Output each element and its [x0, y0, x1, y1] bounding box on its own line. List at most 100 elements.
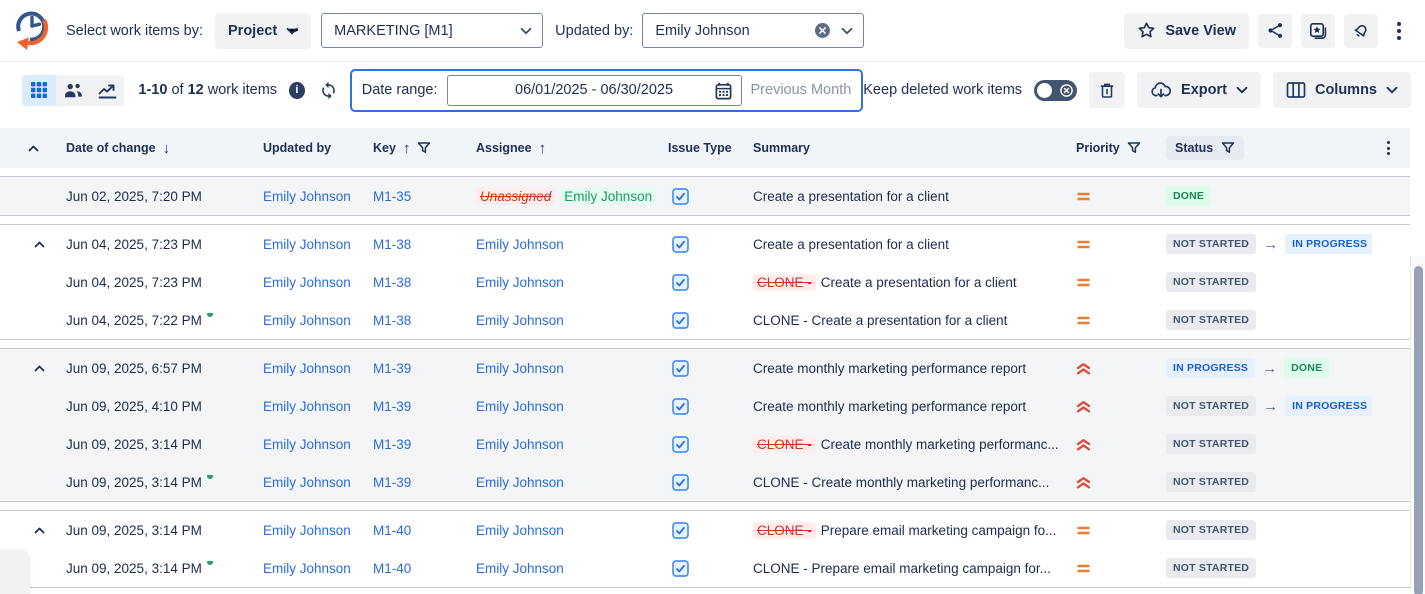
- key-cell: M1-38: [365, 313, 468, 328]
- more-actions-button[interactable]: [1387, 16, 1411, 46]
- notifications-button[interactable]: [1344, 14, 1378, 48]
- header-updated-by[interactable]: Updated by: [255, 141, 365, 155]
- chevron-down-icon: [841, 27, 853, 35]
- calendar-icon[interactable]: [714, 81, 733, 101]
- key-filter-icon[interactable]: [417, 141, 431, 155]
- assignee-added-value: Emily Johnson: [560, 188, 656, 205]
- history-table: Date of change ↓ Updated by Key ↑ Assign…: [0, 128, 1425, 588]
- updated-by-cell: Emily Johnson: [255, 437, 365, 452]
- collapse-row-icon: [34, 365, 45, 372]
- work-item-key-link[interactable]: M1-39: [373, 437, 411, 452]
- work-item-key-link[interactable]: M1-39: [373, 475, 411, 490]
- date-of-change-value: Jun 02, 2025, 7:20 PM: [66, 189, 202, 204]
- status-filter-icon[interactable]: [1221, 141, 1235, 155]
- collapse-row-button[interactable]: [28, 237, 51, 252]
- select-mode-dropdown-button[interactable]: Project: [215, 13, 311, 49]
- save-view-button[interactable]: Save View: [1124, 13, 1249, 49]
- keep-deleted-toggle[interactable]: [1034, 80, 1077, 101]
- chart-view-button[interactable]: [90, 75, 124, 106]
- updated-by-link[interactable]: Emily Johnson: [263, 275, 351, 290]
- delete-button[interactable]: [1089, 72, 1125, 108]
- sort-asc-icon[interactable]: ↑: [403, 140, 411, 157]
- date-range-input[interactable]: 06/01/2025 - 06/30/2025: [447, 75, 742, 106]
- period-preset-label[interactable]: Previous Month: [751, 82, 852, 98]
- table-kebab-icon[interactable]: [1381, 137, 1396, 159]
- header-issue-type[interactable]: Issue Type: [660, 141, 745, 155]
- updated-by-select[interactable]: Emily Johnson: [642, 13, 864, 48]
- sort-asc-icon[interactable]: ↑: [539, 140, 547, 157]
- columns-button[interactable]: Columns: [1273, 72, 1411, 108]
- header-assignee[interactable]: Assignee ↑: [468, 140, 660, 157]
- table-row: Jun 09, 2025, 3:14 PMEmily JohnsonM1-39E…: [0, 463, 1410, 501]
- updated-by-value: Emily Johnson: [655, 23, 814, 39]
- vertical-scrollbar[interactable]: [1410, 256, 1425, 588]
- export-label: Export: [1181, 82, 1227, 98]
- updated-by-link[interactable]: Emily Johnson: [263, 189, 351, 204]
- work-item-key-link[interactable]: M1-38: [373, 237, 411, 252]
- collapse-row-button[interactable]: [28, 523, 51, 538]
- assignee-link[interactable]: Emily Johnson: [476, 523, 564, 538]
- priority-filter-icon[interactable]: [1127, 141, 1141, 155]
- work-item-key-link[interactable]: M1-40: [373, 561, 411, 576]
- updated-by-link[interactable]: Emily Johnson: [263, 437, 351, 452]
- clear-selection-icon[interactable]: [814, 22, 831, 39]
- corner-widget: [0, 550, 30, 594]
- header-priority[interactable]: Priority: [1068, 141, 1158, 155]
- collapse-row-button[interactable]: [28, 361, 51, 376]
- sort-desc-icon[interactable]: ↓: [163, 140, 171, 157]
- header-more[interactable]: [1372, 137, 1410, 159]
- work-item-key-link[interactable]: M1-39: [373, 361, 411, 376]
- updated-by-link[interactable]: Emily Johnson: [263, 361, 351, 376]
- work-item-key-link[interactable]: M1-39: [373, 399, 411, 414]
- select-work-items-label: Select work items by:: [66, 23, 203, 39]
- assignee-link[interactable]: Emily Johnson: [476, 313, 564, 328]
- refresh-button[interactable]: [319, 81, 338, 100]
- updated-by-link[interactable]: Emily Johnson: [263, 399, 351, 414]
- assignee-link[interactable]: Emily Johnson: [476, 237, 564, 252]
- key-cell: M1-39: [365, 475, 468, 490]
- updated-by-link[interactable]: Emily Johnson: [263, 523, 351, 538]
- toggle-off-icon: [1060, 84, 1073, 97]
- share-button[interactable]: [1258, 14, 1292, 48]
- collapse-all-header[interactable]: [0, 145, 58, 152]
- assignee-cell: UnassignedEmily Johnson: [468, 188, 660, 205]
- info-icon[interactable]: i: [289, 82, 305, 99]
- updated-by-link[interactable]: Emily Johnson: [263, 237, 351, 252]
- chevron-down-icon: [286, 27, 298, 35]
- header-status[interactable]: Status: [1158, 136, 1372, 160]
- work-item-key-link[interactable]: M1-40: [373, 523, 411, 538]
- priority-cell: [1068, 362, 1158, 375]
- assignee-link[interactable]: Emily Johnson: [476, 399, 564, 414]
- export-button[interactable]: Export: [1137, 72, 1261, 108]
- scrollbar-thumb[interactable]: [1414, 266, 1423, 594]
- assignee-cell: Emily Johnson: [468, 523, 660, 538]
- expander-cell: [0, 523, 58, 538]
- table-view-button[interactable]: [22, 75, 56, 106]
- updated-by-link[interactable]: Emily Johnson: [263, 313, 351, 328]
- project-select[interactable]: MARKETING [M1]: [321, 13, 543, 48]
- priority-medium-icon: [1076, 525, 1091, 536]
- work-item-key-link[interactable]: M1-35: [373, 189, 411, 204]
- assignee-cell: Emily Johnson: [468, 275, 660, 290]
- header-key[interactable]: Key ↑: [365, 140, 468, 157]
- priority-medium-icon: [1076, 277, 1091, 288]
- saved-views-button[interactable]: [1301, 14, 1335, 48]
- header-date-of-change[interactable]: Date of change ↓: [58, 140, 255, 157]
- task-type-icon: [672, 560, 689, 577]
- assignee-link[interactable]: Emily Johnson: [476, 475, 564, 490]
- people-view-button[interactable]: [56, 75, 90, 106]
- work-item-key-link[interactable]: M1-38: [373, 313, 411, 328]
- status-badge: NOT STARTED: [1166, 272, 1256, 292]
- date-range-value: 06/01/2025 - 06/30/2025: [515, 82, 673, 98]
- work-item-key-link[interactable]: M1-38: [373, 275, 411, 290]
- updated-by-link[interactable]: Emily Johnson: [263, 475, 351, 490]
- status-cell: NOT STARTED: [1158, 434, 1372, 454]
- header-summary[interactable]: Summary: [745, 141, 1068, 155]
- assignee-link[interactable]: Emily Johnson: [476, 275, 564, 290]
- date-of-change-cell: Jun 02, 2025, 7:20 PM: [58, 189, 255, 204]
- assignee-link[interactable]: Emily Johnson: [476, 361, 564, 376]
- assignee-link[interactable]: Emily Johnson: [476, 437, 564, 452]
- updated-by-link[interactable]: Emily Johnson: [263, 561, 351, 576]
- assignee-link[interactable]: Emily Johnson: [476, 561, 564, 576]
- summary-cell: CLONE - Prepare email marketing campaign…: [745, 561, 1068, 576]
